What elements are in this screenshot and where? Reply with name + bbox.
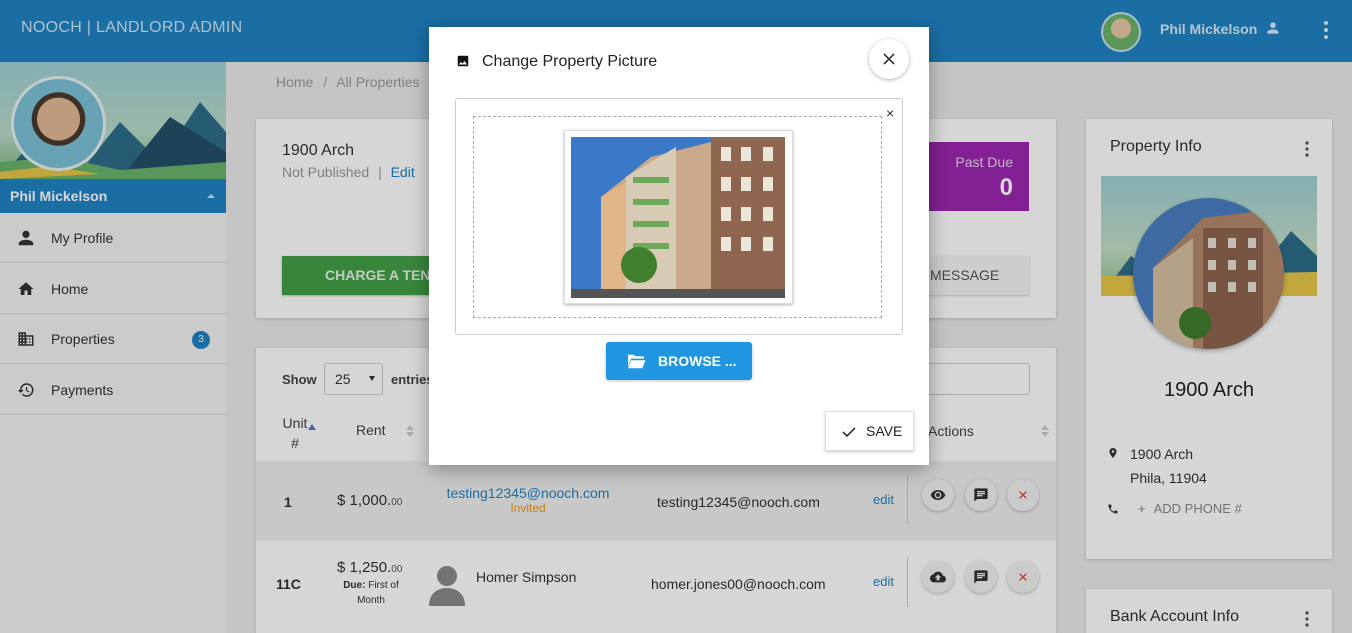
image-preview bbox=[564, 130, 793, 304]
save-label: SAVE bbox=[866, 423, 903, 439]
remove-image-button[interactable]: × bbox=[886, 105, 894, 121]
image-icon bbox=[457, 55, 469, 67]
building-photo bbox=[571, 137, 785, 298]
browse-button[interactable]: BROWSE ... bbox=[606, 342, 752, 380]
change-picture-modal: Change Property Picture × BROWSE ... SAV… bbox=[429, 27, 929, 465]
close-button[interactable] bbox=[869, 39, 909, 79]
modal-title: Change Property Picture bbox=[482, 53, 658, 70]
check-icon bbox=[842, 427, 856, 438]
browse-label: BROWSE ... bbox=[658, 353, 737, 369]
save-button[interactable]: SAVE bbox=[825, 411, 914, 451]
close-icon bbox=[883, 53, 895, 65]
folder-open-icon bbox=[628, 354, 646, 369]
